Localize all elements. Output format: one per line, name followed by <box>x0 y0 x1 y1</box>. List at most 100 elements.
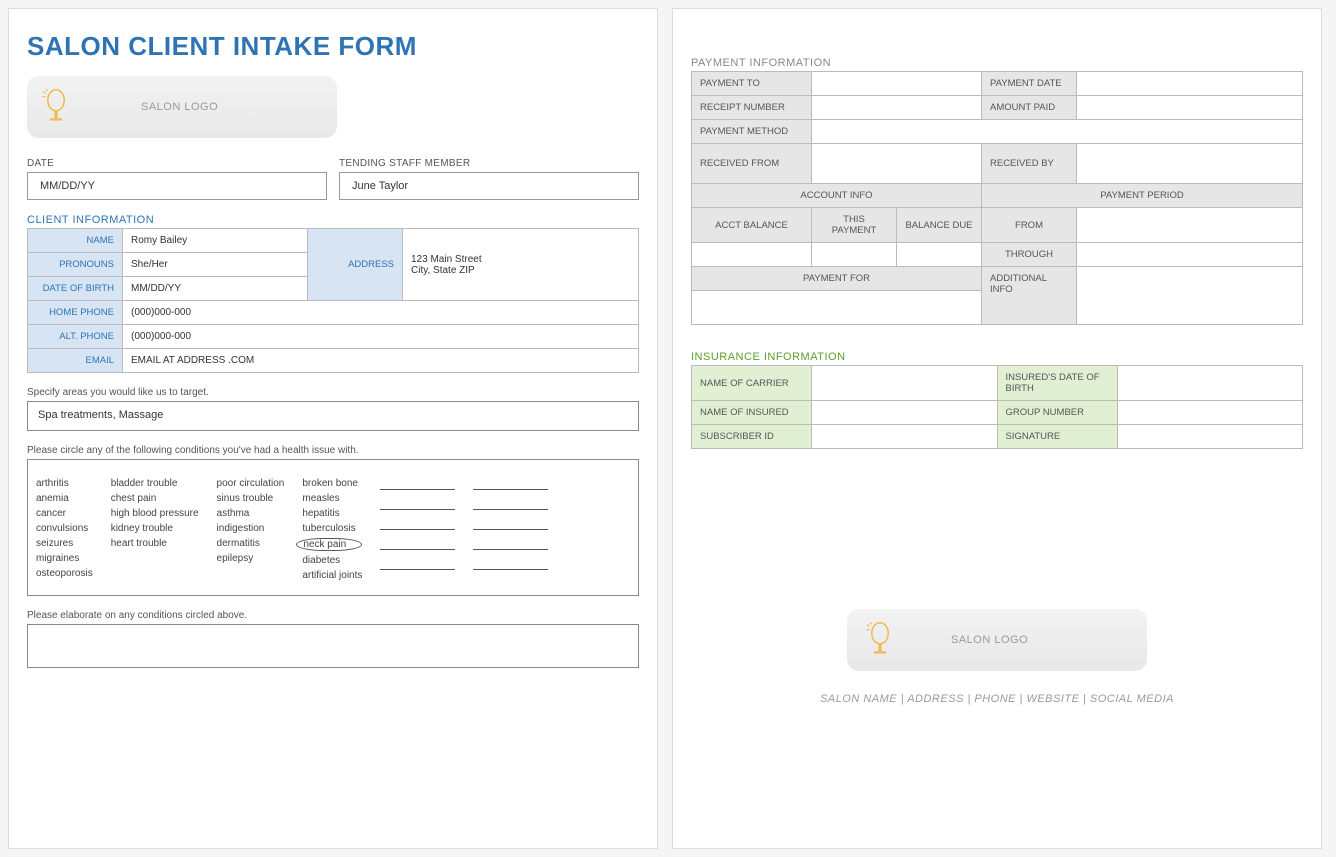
condition-item[interactable]: convulsions <box>36 523 93 534</box>
blank-lines-2 <box>473 478 548 581</box>
acctinfo-label: ACCOUNT INFO <box>692 184 982 208</box>
date-label: DATE <box>27 158 327 169</box>
staff-input[interactable]: June Taylor <box>339 172 639 200</box>
amount-label: AMOUNT PAID <box>982 96 1077 120</box>
condition-item[interactable]: dermatitis <box>217 538 285 549</box>
carrier-label: NAME OF CARRIER <box>692 366 812 401</box>
through-value[interactable] <box>1077 243 1303 267</box>
cond-col-3: broken bonemeasleshepatitistuberculosisn… <box>302 478 362 581</box>
condition-item[interactable]: migraines <box>36 553 93 564</box>
baldue-value[interactable] <box>897 243 982 267</box>
recby-value[interactable] <box>1077 144 1303 184</box>
blank-line[interactable] <box>473 480 548 490</box>
recby-label: RECEIVED BY <box>982 144 1077 184</box>
email-label: EMAIL <box>28 349 123 373</box>
condition-item[interactable]: chest pain <box>111 493 199 504</box>
blank-line[interactable] <box>380 520 455 530</box>
address-value[interactable]: 123 Main Street City, State ZIP <box>403 229 639 301</box>
condition-item[interactable]: kidney trouble <box>111 523 199 534</box>
carrier-value[interactable] <box>812 366 998 401</box>
condition-item[interactable]: heart trouble <box>111 538 199 549</box>
condition-item[interactable]: anemia <box>36 493 93 504</box>
recfrom-value[interactable] <box>812 144 982 184</box>
acctbal-value[interactable] <box>692 243 812 267</box>
cond-col-1: bladder trouble chest pain high blood pres… <box>111 478 199 581</box>
logo-placeholder-footer: SALON LOGO <box>847 609 1147 671</box>
condition-item[interactable]: hepatitis <box>302 508 362 519</box>
group-label: GROUP NUMBER <box>997 401 1117 425</box>
condition-item[interactable]: epilepsy <box>217 553 285 564</box>
blank-line[interactable] <box>380 540 455 550</box>
target-label: Specify areas you would like us to targe… <box>27 387 639 398</box>
mirror-icon <box>865 620 895 660</box>
condition-item[interactable]: asthma <box>217 508 285 519</box>
condition-item[interactable]: diabetes <box>302 555 362 566</box>
from-label: FROM <box>982 208 1077 243</box>
group-value[interactable] <box>1117 401 1303 425</box>
condition-item[interactable]: bladder trouble <box>111 478 199 489</box>
condition-item[interactable]: arthritis <box>36 478 93 489</box>
condition-item[interactable]: neck pain <box>296 538 362 551</box>
from-value[interactable] <box>1077 208 1303 243</box>
subid-label: SUBSCRIBER ID <box>692 425 812 449</box>
elaborate-input[interactable] <box>27 624 639 668</box>
altphone-value[interactable]: (000)000-000 <box>123 325 639 349</box>
condition-item[interactable]: artificial joints <box>302 570 362 581</box>
condition-item[interactable]: high blood pressure <box>111 508 199 519</box>
condition-item[interactable]: seizures <box>36 538 93 549</box>
method-value[interactable] <box>812 120 1303 144</box>
idob-label: INSURED'S DATE OF BIRTH <box>997 366 1117 401</box>
blank-line[interactable] <box>473 520 548 530</box>
logo-text: SALON LOGO <box>141 101 218 113</box>
cond-col-0: arthritis anemia cancer convulsions seizures… <box>36 478 93 581</box>
recfrom-label: RECEIVED FROM <box>692 144 812 184</box>
date-staff-row: DATE MM/DD/YY TENDING STAFF MEMBER June … <box>27 158 639 200</box>
amount-value[interactable] <box>1077 96 1303 120</box>
client-info-table: NAME Romy Bailey ADDRESS 123 Main Street… <box>27 228 639 373</box>
blank-line[interactable] <box>473 500 548 510</box>
payto-value[interactable] <box>812 72 982 96</box>
method-label: PAYMENT METHOD <box>692 120 812 144</box>
blank-line[interactable] <box>473 560 548 570</box>
condition-item[interactable]: osteoporosis <box>36 568 93 579</box>
condition-item[interactable]: measles <box>302 493 362 504</box>
name-value[interactable]: Romy Bailey <box>123 229 308 253</box>
altphone-label: ALT. PHONE <box>28 325 123 349</box>
form-title: SALON CLIENT INTAKE FORM <box>27 31 639 62</box>
dob-value[interactable]: MM/DD/YY <box>123 277 308 301</box>
subid-value[interactable] <box>812 425 998 449</box>
payfor-value[interactable] <box>692 291 982 325</box>
date-input[interactable]: MM/DD/YY <box>27 172 327 200</box>
footer-text: SALON NAME | ADDRESS | PHONE | WEBSITE |… <box>691 693 1303 705</box>
sig-label: SIGNATURE <box>997 425 1117 449</box>
condition-item[interactable]: sinus trouble <box>217 493 285 504</box>
insured-value[interactable] <box>812 401 998 425</box>
thispay-value[interactable] <box>812 243 897 267</box>
blank-line[interactable] <box>380 560 455 570</box>
cond-col-2: poor circulation sinus trouble asthma indig… <box>217 478 285 581</box>
homephone-value[interactable]: (000)000-000 <box>123 301 639 325</box>
blank-line[interactable] <box>380 500 455 510</box>
receipt-value[interactable] <box>812 96 982 120</box>
sig-value[interactable] <box>1117 425 1303 449</box>
payto-label: PAYMENT TO <box>692 72 812 96</box>
blank-line[interactable] <box>380 480 455 490</box>
blank-lines-1 <box>380 478 455 581</box>
idob-value[interactable] <box>1117 366 1303 401</box>
email-value[interactable]: EMAIL AT ADDRESS .COM <box>123 349 639 373</box>
insured-label: NAME OF INSURED <box>692 401 812 425</box>
blank-line[interactable] <box>473 540 548 550</box>
condition-item[interactable]: broken bone <box>302 478 362 489</box>
mirror-icon <box>41 87 71 127</box>
insurance-header: INSURANCE INFORMATION <box>691 351 1303 363</box>
condition-item[interactable]: cancer <box>36 508 93 519</box>
paydate-value[interactable] <box>1077 72 1303 96</box>
target-input[interactable]: Spa treatments, Massage <box>27 401 639 431</box>
receipt-label: RECEIPT NUMBER <box>692 96 812 120</box>
condition-item[interactable]: indigestion <box>217 523 285 534</box>
pronouns-value[interactable]: She/Her <box>123 253 308 277</box>
condition-item[interactable]: poor circulation <box>217 478 285 489</box>
condition-item[interactable]: tuberculosis <box>302 523 362 534</box>
addinfo-value[interactable] <box>1077 267 1303 325</box>
logo-placeholder: SALON LOGO <box>27 76 337 138</box>
